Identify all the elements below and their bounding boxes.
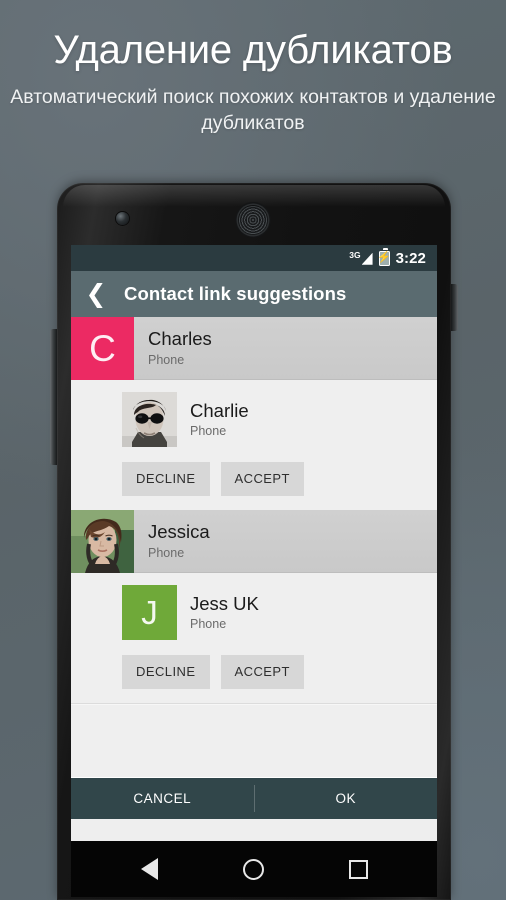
candidate-name: Jess UK: [190, 592, 259, 614]
group-body: Charlie Phone DECLINE ACCEPT: [71, 380, 437, 510]
power-button[interactable]: [451, 284, 458, 331]
front-camera-icon: [116, 212, 129, 225]
battery-charging-icon: ⚡: [377, 248, 391, 266]
signal-bars-icon: 3G: [349, 250, 373, 265]
charging-bolt: ⚡: [377, 251, 391, 264]
page-title: Contact link suggestions: [124, 283, 347, 304]
triangle-back-icon[interactable]: [140, 858, 158, 880]
avatar: [122, 392, 177, 447]
candidate-text: Charlie Phone: [177, 399, 249, 439]
status-bar: 3G ⚡ 3:22: [71, 245, 437, 271]
candidate-name: Charlie: [190, 399, 249, 421]
app-bar: ❮ Contact link suggestions: [71, 271, 437, 317]
android-nav-bar: [71, 841, 437, 897]
earpiece-speaker-icon: [238, 205, 268, 235]
contact-name: Jessica: [148, 521, 210, 543]
photo-man-sunglasses: [122, 392, 177, 447]
network-type-label: 3G: [349, 250, 361, 261]
candidate-account: Phone: [190, 617, 227, 632]
promo-subtitle: Автоматический поиск похожих контактов и…: [10, 85, 496, 134]
signal-triangle: [361, 252, 373, 265]
promo-title: Удаление дубликатов: [53, 28, 453, 72]
chevron-left-icon[interactable]: ❮: [83, 278, 109, 310]
candidate-row[interactable]: Charlie Phone: [71, 392, 437, 447]
avatar: [71, 509, 134, 573]
candidate-account: Phone: [190, 424, 227, 439]
avatar: J: [122, 585, 177, 640]
ok-button[interactable]: OK: [255, 778, 438, 819]
candidate-text: Jess UK Phone: [177, 592, 259, 632]
contact-name: Charles: [148, 328, 212, 350]
list-empty-tail: [71, 703, 437, 777]
group-actions: DECLINE ACCEPT: [71, 640, 437, 689]
group-header-row[interactable]: Jessica Phone: [71, 509, 437, 573]
photo-woman-bob-hair: [71, 509, 134, 573]
avatar: C: [71, 317, 134, 380]
contact-text: Jessica Phone: [134, 521, 210, 560]
accept-button[interactable]: ACCEPT: [220, 462, 304, 496]
decline-button[interactable]: DECLINE: [122, 462, 210, 496]
status-bar-clock: 3:22: [395, 249, 426, 267]
dialog-action-bar: CANCEL OK: [71, 777, 437, 819]
circle-home-icon[interactable]: [242, 858, 264, 880]
accept-button[interactable]: ACCEPT: [220, 655, 304, 689]
suggestion-group: C Charles Phone Charlie Phone DECLINE AC…: [71, 317, 437, 510]
avatar-letter: J: [141, 594, 158, 631]
contact-text: Charles Phone: [134, 328, 212, 367]
avatar-letter: C: [89, 327, 116, 369]
suggestion-list[interactable]: C Charles Phone Charlie Phone DECLINE AC…: [71, 317, 437, 777]
cancel-button[interactable]: CANCEL: [71, 778, 254, 819]
decline-button[interactable]: DECLINE: [122, 655, 210, 689]
contact-account: Phone: [148, 352, 185, 367]
group-actions: DECLINE ACCEPT: [71, 447, 437, 496]
phone-screen: 3G ⚡ 3:22 ❮ Contact link suggestions C C…: [71, 245, 437, 841]
group-header-row[interactable]: C Charles Phone: [71, 317, 437, 380]
group-body: J Jess UK Phone DECLINE ACCEPT: [71, 573, 437, 703]
promo-text-block: Удаление дубликатов Автоматический поиск…: [0, 0, 506, 137]
volume-button[interactable]: [50, 329, 57, 465]
candidate-row[interactable]: J Jess UK Phone: [71, 585, 437, 640]
suggestion-group: Jessica Phone J Jess UK Phone DECLINE AC…: [71, 509, 437, 703]
square-recents-icon[interactable]: [348, 859, 368, 879]
phone-device-mockup: 3G ⚡ 3:22 ❮ Contact link suggestions C C…: [50, 183, 458, 900]
contact-account: Phone: [148, 545, 185, 560]
